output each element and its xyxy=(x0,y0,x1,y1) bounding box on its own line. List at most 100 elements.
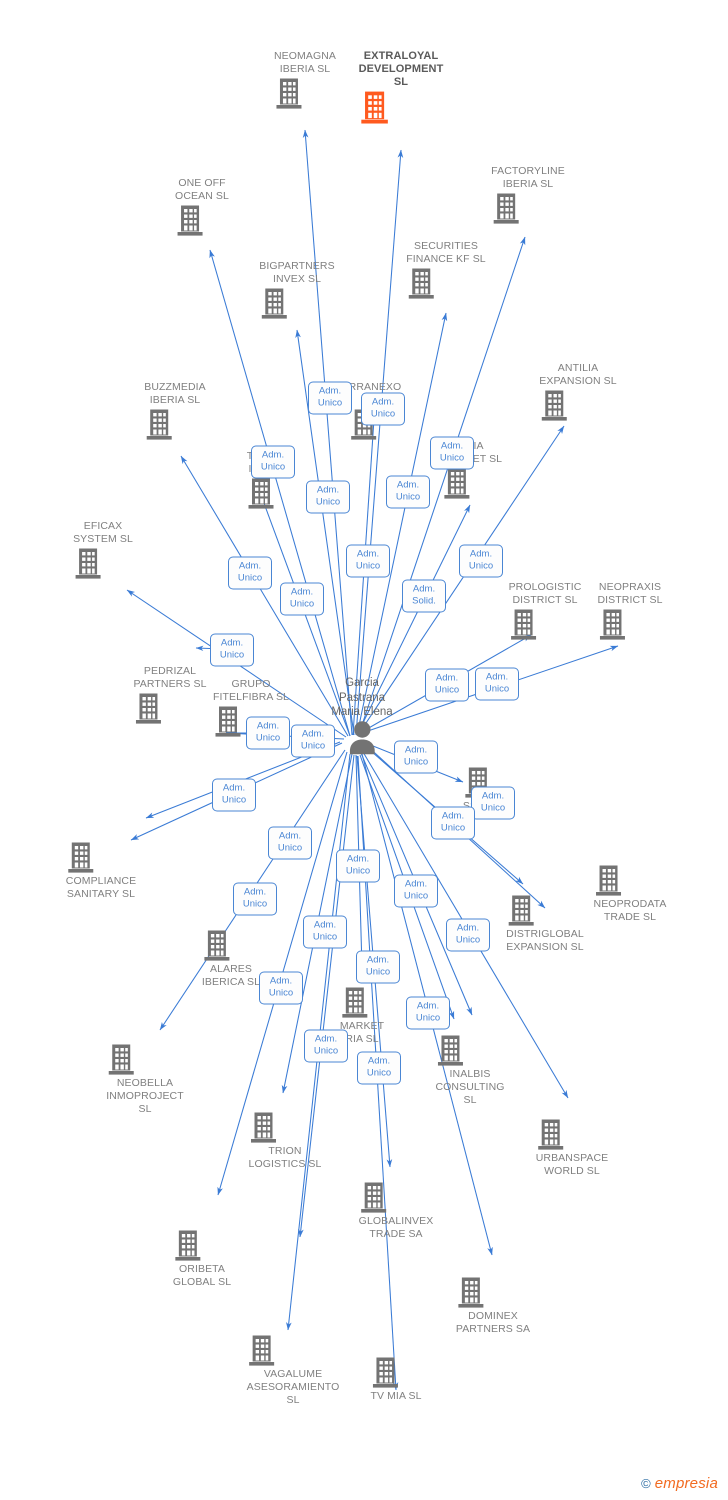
company-label: GLOBALINVEX TRADE SA xyxy=(358,1215,434,1240)
building-icon xyxy=(249,1111,322,1144)
company-node-dominex[interactable]: DOMINEX PARTNERS SA xyxy=(456,1275,530,1336)
building-icon xyxy=(456,1276,530,1309)
relationship-chip[interactable]: Adm. Unico xyxy=(446,918,490,952)
building-icon xyxy=(536,1118,609,1151)
building-icon xyxy=(539,389,616,422)
building-icon xyxy=(359,1181,434,1214)
relationship-chip[interactable]: Adm. Unico xyxy=(233,882,277,916)
company-label: URBANSPACE WORLD SL xyxy=(535,1152,609,1177)
company-node-distriglobal[interactable]: DISTRIGLOBAL EXPANSION SL xyxy=(506,893,584,954)
relationship-chip[interactable]: Adm. Unico xyxy=(251,445,295,479)
relationship-chip[interactable]: Adm. Solid. xyxy=(402,579,446,613)
relationship-chip[interactable]: Adm. Unico xyxy=(228,556,272,590)
company-node-neopraxis[interactable]: NEOPRAXIS DISTRICT SL xyxy=(597,581,662,641)
company-label: FACTORYLINE IBERIA SL xyxy=(491,165,565,190)
company-node-neomagna[interactable]: NEOMAGNA IBERIA SL xyxy=(274,50,336,110)
company-label: COMPLIANCE SANITARY SL xyxy=(65,875,137,900)
building-icon xyxy=(259,287,334,320)
company-node-neoprodata[interactable]: NEOPRODATA TRADE SL xyxy=(594,863,667,924)
relationship-chip[interactable]: Adm. Unico xyxy=(356,950,400,984)
relationship-chip[interactable]: Adm. Unico xyxy=(475,667,519,701)
building-icon xyxy=(491,192,565,225)
relationship-chip[interactable]: Adm. Unico xyxy=(210,633,254,667)
company-label: NEOMAGNA IBERIA SL xyxy=(273,50,337,75)
building-icon xyxy=(173,1229,231,1262)
company-node-inalbis[interactable]: INALBIS CONSULTING SL xyxy=(435,1033,504,1107)
company-node-tvmia[interactable]: TV MIA SL xyxy=(370,1355,421,1403)
company-node-oneoff[interactable]: ONE OFF OCEAN SL xyxy=(175,177,229,237)
relationship-chip[interactable]: Adm. Unico xyxy=(280,582,324,616)
company-node-pedrizal[interactable]: PEDRIZAL PARTNERS SL xyxy=(133,665,206,725)
relationship-chip[interactable]: Adm. Unico xyxy=(268,826,312,860)
company-label: SECURITIES FINANCE KF SL xyxy=(406,240,486,265)
building-icon xyxy=(442,467,502,500)
relationship-chip[interactable]: Adm. Unico xyxy=(430,436,474,470)
relationship-chip[interactable]: Adm. Unico xyxy=(431,806,475,840)
company-node-extraloyal[interactable]: EXTRALOYAL DEVELOPMENT SL xyxy=(359,50,444,125)
company-label: BIGPARTNERS INVEX SL xyxy=(259,260,335,285)
relationship-chip[interactable]: Adm. Unico xyxy=(394,874,438,908)
building-icon xyxy=(274,77,336,110)
relationship-chip[interactable]: Adm. Unico xyxy=(306,480,350,514)
person-name: Garcia Pastrana Maria Elena xyxy=(331,677,393,718)
building-icon xyxy=(340,986,384,1019)
relationship-chip[interactable]: Adm. Unico xyxy=(303,915,347,949)
company-node-neobella[interactable]: NEOBELLA INMOPROJECT SL xyxy=(106,1042,184,1116)
relationship-chip[interactable]: Adm. Unico xyxy=(357,1051,401,1085)
relationship-chip[interactable]: Adm. Unico xyxy=(386,475,430,509)
person-node-garcia-pastrana-maria-elena[interactable]: Garcia Pastrana Maria Elena xyxy=(331,676,393,761)
company-node-buzzmedia[interactable]: BUZZMEDIA IBERIA SL xyxy=(144,381,206,441)
company-label: ORIBETA GLOBAL SL xyxy=(172,1263,232,1288)
building-icon xyxy=(73,547,133,580)
company-label: DOMINEX PARTNERS SA xyxy=(455,1310,531,1335)
company-label: PEDRIZAL PARTNERS SL xyxy=(133,665,207,690)
company-node-eficax[interactable]: EFICAX SYSTEM SL xyxy=(73,520,133,580)
company-label: ONE OFF OCEAN SL xyxy=(175,177,229,202)
relationship-chip[interactable]: Adm. Unico xyxy=(394,740,438,774)
company-node-urbanspace[interactable]: URBANSPACE WORLD SL xyxy=(536,1117,609,1178)
relationship-chip[interactable]: Adm. Unico xyxy=(471,786,515,820)
company-node-antilia[interactable]: ANTILIA EXPANSION SL xyxy=(539,362,617,422)
company-node-vagalume[interactable]: VAGALUME ASESORAMIENTO SL xyxy=(247,1333,340,1407)
building-icon xyxy=(506,894,584,927)
company-node-globalinvex[interactable]: GLOBALINVEX TRADE SA xyxy=(359,1180,434,1241)
person-icon xyxy=(331,720,392,761)
building-icon xyxy=(406,267,485,300)
company-label: EFICAX SYSTEM SL xyxy=(73,520,133,545)
company-label: TRION LOGISTICS SL xyxy=(248,1145,322,1170)
company-node-oribeta[interactable]: ORIBETA GLOBAL SL xyxy=(173,1228,231,1289)
company-label: NEOPRAXIS DISTRICT SL xyxy=(597,581,663,606)
company-node-compliance[interactable]: COMPLIANCE SANITARY SL xyxy=(66,840,136,901)
relationship-chip[interactable]: Adm. Unico xyxy=(346,544,390,578)
relationship-chip[interactable]: Adm. Unico xyxy=(425,668,469,702)
company-label: INALBIS CONSULTING SL xyxy=(435,1068,505,1106)
relationship-chip[interactable]: Adm. Unico xyxy=(406,996,450,1030)
company-node-factoryline[interactable]: FACTORYLINE IBERIA SL xyxy=(491,165,565,225)
relationship-chip[interactable]: Adm. Unico xyxy=(459,544,503,578)
company-label: ANTILIA EXPANSION SL xyxy=(539,362,617,387)
building-icon xyxy=(144,408,206,441)
building-icon xyxy=(594,864,667,897)
building-icon-highlighted xyxy=(359,90,444,125)
relationship-chip[interactable]: Adm. Unico xyxy=(308,381,352,415)
company-label: ALARES IBERICA SL xyxy=(201,963,261,988)
diagram-canvas: NEOMAGNA IBERIA SL EXTRALOYAL DEVELOPMENT… xyxy=(0,0,728,1500)
company-node-bigpartners[interactable]: BIGPARTNERS INVEX SL xyxy=(259,260,335,320)
company-node-alares[interactable]: ALARES IBERICA SL xyxy=(202,928,260,989)
relationship-chip[interactable]: Adm. Unico xyxy=(336,849,380,883)
relationship-chip[interactable]: Adm. Unico xyxy=(291,724,335,758)
company-label: PROLOGISTIC DISTRICT SL xyxy=(508,581,582,606)
company-label: NEOBELLA INMOPROJECT SL xyxy=(106,1077,184,1115)
company-node-prologistic[interactable]: PROLOGISTIC DISTRICT SL xyxy=(509,581,582,641)
relationship-chip[interactable]: Adm. Unico xyxy=(361,392,405,426)
company-node-trion[interactable]: TRION LOGISTICS SL xyxy=(249,1110,322,1171)
building-icon xyxy=(202,929,260,962)
building-icon xyxy=(370,1356,421,1389)
relationship-chip[interactable]: Adm. Unico xyxy=(246,716,290,750)
building-icon xyxy=(106,1043,184,1076)
relationship-chip[interactable]: Adm. Unico xyxy=(304,1029,348,1063)
relationship-chip[interactable]: Adm. Unico xyxy=(212,778,256,812)
company-node-securities[interactable]: SECURITIES FINANCE KF SL xyxy=(406,240,486,300)
building-icon xyxy=(247,1334,340,1367)
relationship-chip[interactable]: Adm. Unico xyxy=(259,971,303,1005)
